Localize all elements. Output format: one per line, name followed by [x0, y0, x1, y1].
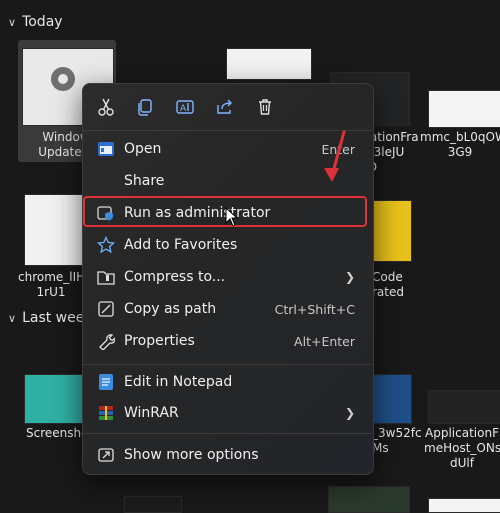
group-header-label: Today [22, 14, 63, 30]
menu-divider [83, 364, 371, 365]
group-header-today[interactable]: ∨ Today [8, 14, 63, 30]
share-button[interactable] [212, 94, 238, 120]
file-thumbnail [428, 90, 500, 128]
chevron-down-icon: ∨ [8, 15, 17, 29]
copy-icon [138, 99, 152, 116]
wrench-icon [99, 334, 115, 350]
file-name: Screensho [26, 426, 89, 440]
chevron-right-icon: ❯ [344, 406, 355, 420]
file-thumbnail[interactable] [328, 486, 410, 513]
menu-item-copy-as-path[interactable]: Copy as path Ctrl+Shift+C [89, 294, 367, 324]
file-thumbnail [428, 390, 500, 424]
file-name: _3w52fc Ms [372, 426, 422, 455]
file-thumbnail[interactable] [226, 48, 312, 80]
annotation-arrow-icon [324, 130, 346, 182]
file-name: ApplicationF meHost_ONs dUlf [424, 426, 500, 470]
group-header-label: Last wee [22, 310, 85, 326]
file-name: chrome_lIH 1rU1 [18, 270, 86, 299]
svg-text:A: A [180, 104, 187, 114]
copy-path-icon [98, 301, 114, 317]
rename-icon: A [176, 100, 194, 114]
winrar-icon [99, 406, 113, 420]
menu-item-add-to-favorites[interactable]: Add to Favorites [89, 230, 367, 260]
menu-item-show-more-options[interactable]: Show more options [89, 440, 367, 470]
file-name: Code rated [372, 270, 404, 299]
cut-button[interactable] [93, 94, 119, 120]
zip-folder-icon [370, 200, 412, 262]
trash-icon [259, 99, 271, 115]
file-thumbnail [24, 194, 86, 266]
file-thumbnail [24, 374, 86, 424]
menu-item-compress-to[interactable]: Compress to... ❯ [89, 262, 367, 292]
menu-item-edit-in-notepad[interactable]: Edit in Notepad [89, 367, 367, 397]
chevron-down-icon: ∨ [8, 311, 17, 325]
file-thumbnail [370, 374, 412, 424]
menu-divider [83, 433, 371, 434]
mouse-cursor-icon [225, 207, 239, 227]
zip-folder-icon [97, 271, 115, 285]
notepad-icon [99, 374, 113, 390]
chevron-right-icon: ❯ [344, 270, 355, 284]
cut-icon [98, 98, 114, 116]
share-icon [217, 99, 232, 114]
file-name: mmc_bL0qOW 3G9 [420, 130, 500, 159]
group-header-last-week[interactable]: ∨ Last wee [8, 310, 84, 326]
copy-button[interactable] [132, 94, 158, 120]
delete-button[interactable] [252, 94, 278, 120]
more-options-icon [98, 448, 114, 462]
rename-button[interactable]: A [172, 94, 198, 120]
menu-item-winrar[interactable]: WinRAR ❯ [89, 398, 367, 428]
open-app-icon [98, 142, 114, 156]
star-icon [97, 236, 115, 254]
file-thumbnail[interactable] [124, 496, 182, 513]
menu-item-properties[interactable]: Properties Alt+Enter [89, 326, 367, 356]
